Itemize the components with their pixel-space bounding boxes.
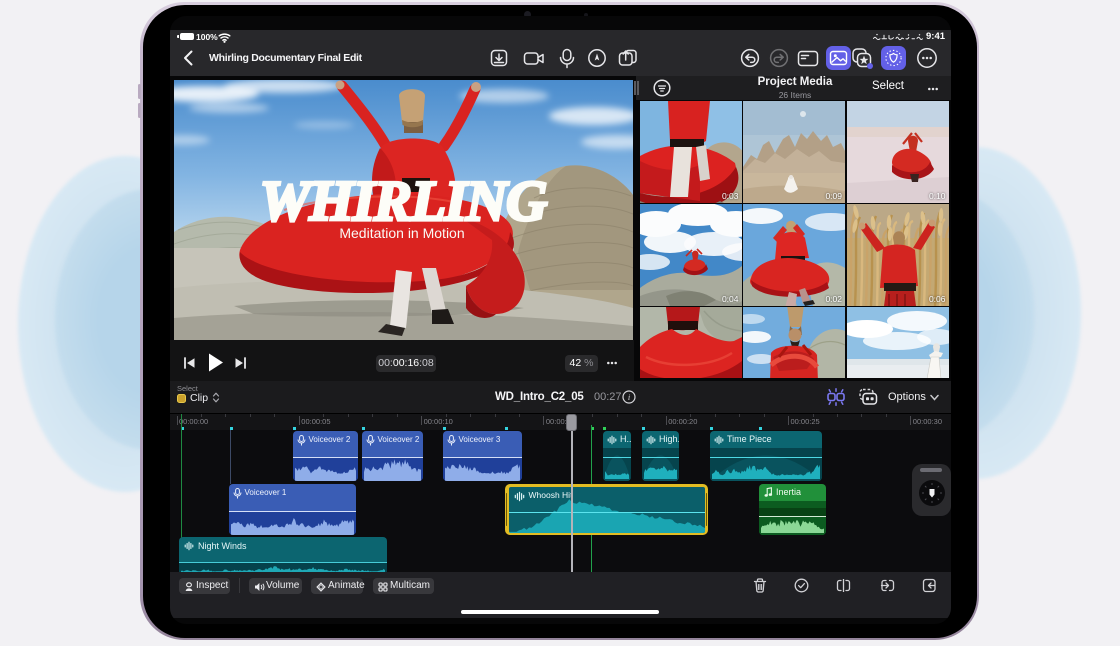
svg-text:Meditation in Motion: Meditation in Motion bbox=[339, 225, 464, 241]
svg-text:WHIRLING: WHIRLING bbox=[260, 170, 547, 233]
svg-text:i: i bbox=[628, 392, 631, 402]
